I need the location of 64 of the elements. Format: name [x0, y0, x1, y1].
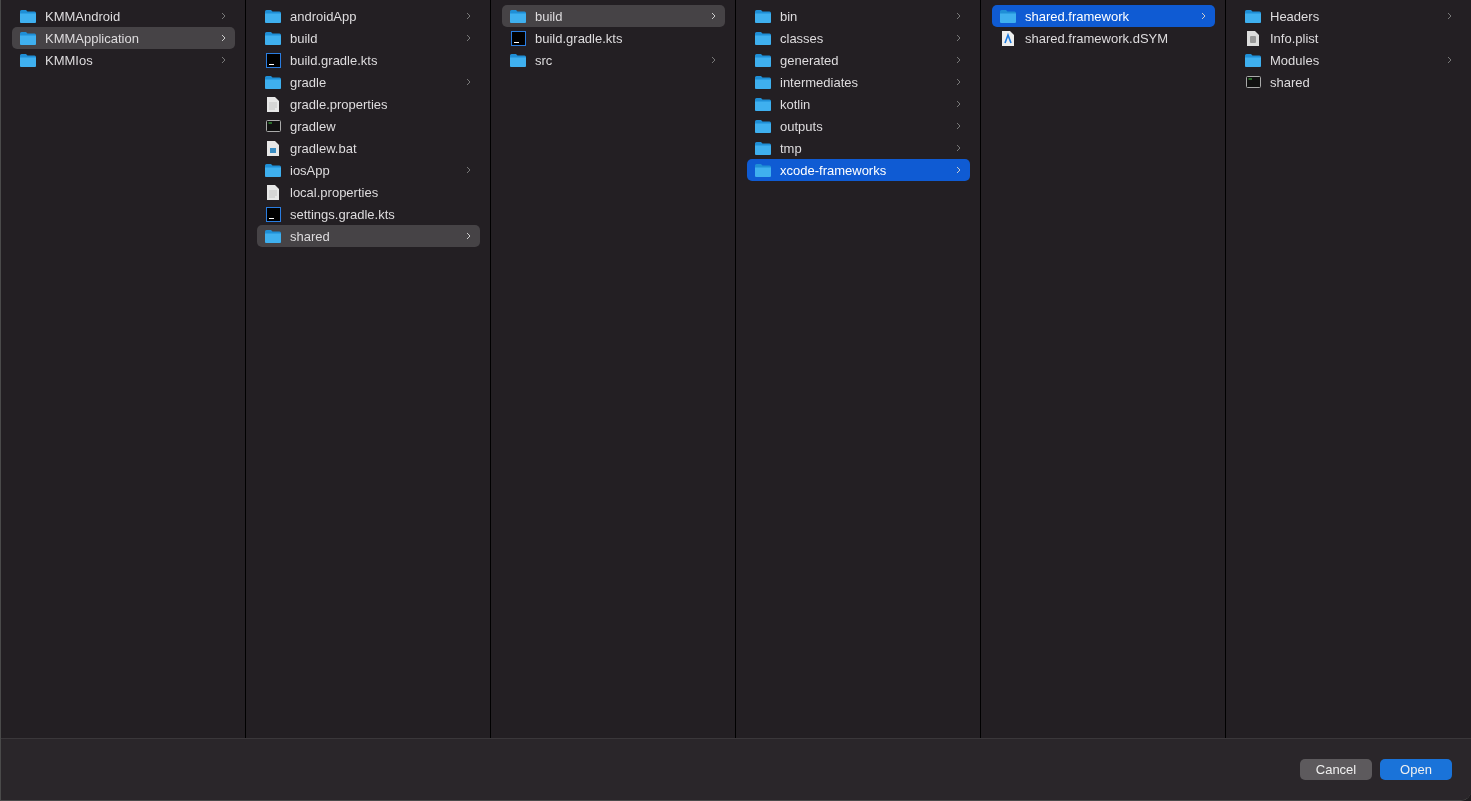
file-row[interactable]: build [502, 5, 725, 27]
document-icon [1247, 30, 1259, 46]
file-row[interactable]: androidApp [257, 5, 480, 27]
folder-icon [265, 31, 281, 45]
folder-icon [1245, 53, 1261, 67]
cancel-button[interactable]: Cancel [1300, 759, 1372, 780]
folder-icon [1000, 9, 1016, 23]
file-row[interactable]: shared.framework [992, 5, 1215, 27]
folder-icon [755, 53, 771, 67]
folder-icon [265, 75, 281, 89]
file-row[interactable]: gradlew.bat [257, 137, 480, 159]
file-row[interactable]: classes [747, 27, 970, 49]
file-row[interactable]: build.gradle.kts [257, 49, 480, 71]
file-row[interactable]: gradle [257, 71, 480, 93]
document-icon [1002, 30, 1014, 46]
document-icon [267, 140, 279, 156]
folder-icon [755, 97, 771, 111]
code-file-icon [265, 206, 281, 222]
document-icon [267, 184, 279, 200]
file-row[interactable]: tmp [747, 137, 970, 159]
file-row[interactable]: Modules [1237, 49, 1461, 71]
file-row[interactable]: gradle.properties [257, 93, 480, 115]
folder-icon [265, 163, 281, 177]
code-file-icon [510, 30, 526, 46]
file-row[interactable]: bin [747, 5, 970, 27]
file-row[interactable]: Headers [1237, 5, 1461, 27]
folder-icon [755, 163, 771, 177]
open-button[interactable]: Open [1380, 759, 1452, 780]
folder-icon [20, 9, 36, 23]
file-row[interactable]: KMMIos [12, 49, 235, 71]
folder-icon [20, 53, 36, 67]
code-file-icon [265, 52, 281, 68]
file-row[interactable]: shared [257, 225, 480, 247]
folder-icon [755, 75, 771, 89]
folder-icon [265, 9, 281, 23]
folder-icon [755, 119, 771, 133]
file-row[interactable]: src [502, 49, 725, 71]
folder-icon [755, 9, 771, 23]
file-row[interactable]: xcode-frameworks [747, 159, 970, 181]
file-row[interactable]: build.gradle.kts [502, 27, 725, 49]
file-row[interactable]: outputs [747, 115, 970, 137]
file-row[interactable]: shared [1237, 71, 1461, 93]
file-row[interactable]: KMMAndroid [12, 5, 235, 27]
folder-icon [510, 53, 526, 67]
folder-icon [1245, 9, 1261, 23]
file-row[interactable]: generated [747, 49, 970, 71]
terminal-icon [265, 120, 281, 132]
file-row[interactable]: iosApp [257, 159, 480, 181]
file-row[interactable]: gradlew [257, 115, 480, 137]
document-icon [267, 96, 279, 112]
folder-icon [20, 31, 36, 45]
file-row[interactable]: shared.framework.dSYM [992, 27, 1215, 49]
folder-icon [755, 141, 771, 155]
file-row[interactable]: local.properties [257, 181, 480, 203]
terminal-icon [1245, 76, 1261, 88]
file-row[interactable]: settings.gradle.kts [257, 203, 480, 225]
file-row[interactable]: Info.plist [1237, 27, 1461, 49]
file-row[interactable]: intermediates [747, 71, 970, 93]
file-row[interactable]: build [257, 27, 480, 49]
file-row[interactable]: KMMApplication [12, 27, 235, 49]
file-row[interactable]: kotlin [747, 93, 970, 115]
folder-icon [510, 9, 526, 23]
folder-icon [755, 31, 771, 45]
folder-icon [265, 229, 281, 243]
